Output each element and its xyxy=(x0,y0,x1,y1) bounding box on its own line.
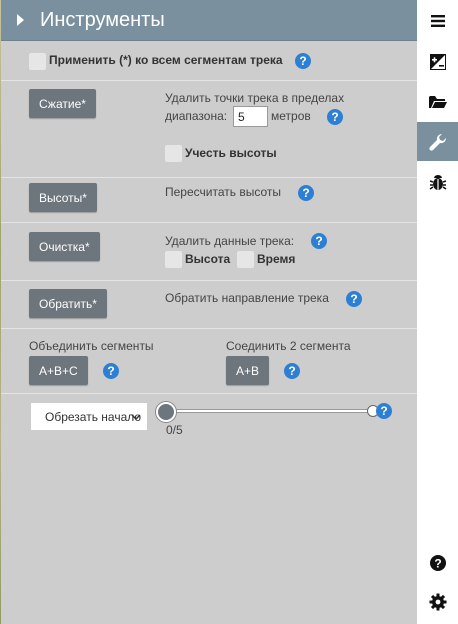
apply-all-help-icon[interactable]: ? xyxy=(295,53,311,69)
reverse-description: Обратить направление трека xyxy=(165,291,329,305)
simplify-distance-input[interactable] xyxy=(233,106,268,127)
reverse-help-icon[interactable]: ? xyxy=(346,291,362,307)
merge-help-icon[interactable]: ? xyxy=(103,363,119,379)
debug-button[interactable] xyxy=(417,162,458,201)
clean-description: Удалить данные трека: xyxy=(165,234,295,248)
clean-button[interactable]: Очистка* xyxy=(29,232,100,261)
join-segments-button[interactable]: A+B xyxy=(226,356,270,385)
clean-time-label: Время xyxy=(257,252,296,266)
join-segments-title: Соединить 2 сегмента xyxy=(226,339,351,353)
crop-mode-select[interactable]: Обрезать начало xyxy=(30,402,148,431)
crop-help-icon[interactable]: ? xyxy=(376,403,392,419)
svg-text:?: ? xyxy=(434,556,441,570)
simplify-elevation-checkbox[interactable] xyxy=(165,145,182,162)
folder-open-icon xyxy=(428,95,447,108)
open-file-button[interactable] xyxy=(417,82,458,121)
image-icon xyxy=(429,53,446,70)
crop-slider-value: 0/5 xyxy=(166,423,183,437)
crop-slider-track[interactable] xyxy=(167,409,372,413)
join-help-icon[interactable]: ? xyxy=(284,363,300,379)
clean-row: Очистка* Удалить данные трека: ? Высота … xyxy=(1,223,417,281)
elevations-description: Пересчитать высоты xyxy=(165,185,281,199)
panel-header[interactable]: Инструменты xyxy=(1,0,417,41)
panel-title: Инструменты xyxy=(40,8,165,31)
simplify-unit-label: метров xyxy=(271,109,311,123)
merge-segments-button[interactable]: A+B+C xyxy=(29,356,88,385)
merge-row: Объединить сегменты A+B+C ? Соединить 2 … xyxy=(1,329,417,394)
apply-all-row: Применить (*) ко всем сегментам трека ? xyxy=(1,41,417,81)
merge-segments-title: Объединить сегменты xyxy=(29,339,154,353)
simplify-button[interactable]: Сжатие* xyxy=(29,89,96,118)
crop-slider-thumb[interactable] xyxy=(156,402,176,422)
clean-help-icon[interactable]: ? xyxy=(311,233,327,249)
simplify-help-icon[interactable]: ? xyxy=(327,109,343,125)
gear-icon xyxy=(429,593,446,610)
simplify-elevation-label: Учесть высоты xyxy=(185,146,277,160)
question-circle-icon: ? xyxy=(429,554,446,571)
settings-button[interactable] xyxy=(417,582,458,621)
bug-icon xyxy=(429,174,446,190)
clean-elevation-checkbox[interactable] xyxy=(165,251,182,268)
chevron-down-icon xyxy=(131,414,141,421)
elevations-row: Высоты* Пересчитать высоты ? xyxy=(1,178,417,223)
help-button[interactable]: ? xyxy=(417,543,458,582)
elevation-chart-button[interactable] xyxy=(417,42,458,81)
tools-panel: Инструменты Применить (*) ко всем сегмен… xyxy=(1,0,417,624)
reverse-button[interactable]: Обратить* xyxy=(29,289,107,318)
reverse-row: Обратить* Обратить направление трека ? xyxy=(1,281,417,329)
elevations-help-icon[interactable]: ? xyxy=(298,185,314,201)
apply-all-checkbox[interactable] xyxy=(29,53,46,70)
simplify-row: Сжатие* Удалить точки трека в пределах д… xyxy=(1,81,417,178)
crop-mode-value: Обрезать начало xyxy=(45,409,142,424)
tools-button[interactable] xyxy=(417,122,458,161)
elevations-button[interactable]: Высоты* xyxy=(29,183,97,212)
menu-button[interactable] xyxy=(417,1,458,40)
collapse-triangle-icon[interactable] xyxy=(17,14,24,26)
simplify-description: Удалить точки трека в пределах xyxy=(165,91,345,105)
clean-elevation-label: Высота xyxy=(185,252,231,266)
simplify-range-label: диапазона: xyxy=(165,109,228,123)
right-sidebar: ? xyxy=(417,0,458,624)
wrench-icon xyxy=(428,133,446,151)
menu-icon xyxy=(430,14,445,27)
clean-time-checkbox[interactable] xyxy=(237,251,254,268)
apply-all-label: Применить (*) ко всем сегментам трека xyxy=(49,53,283,67)
